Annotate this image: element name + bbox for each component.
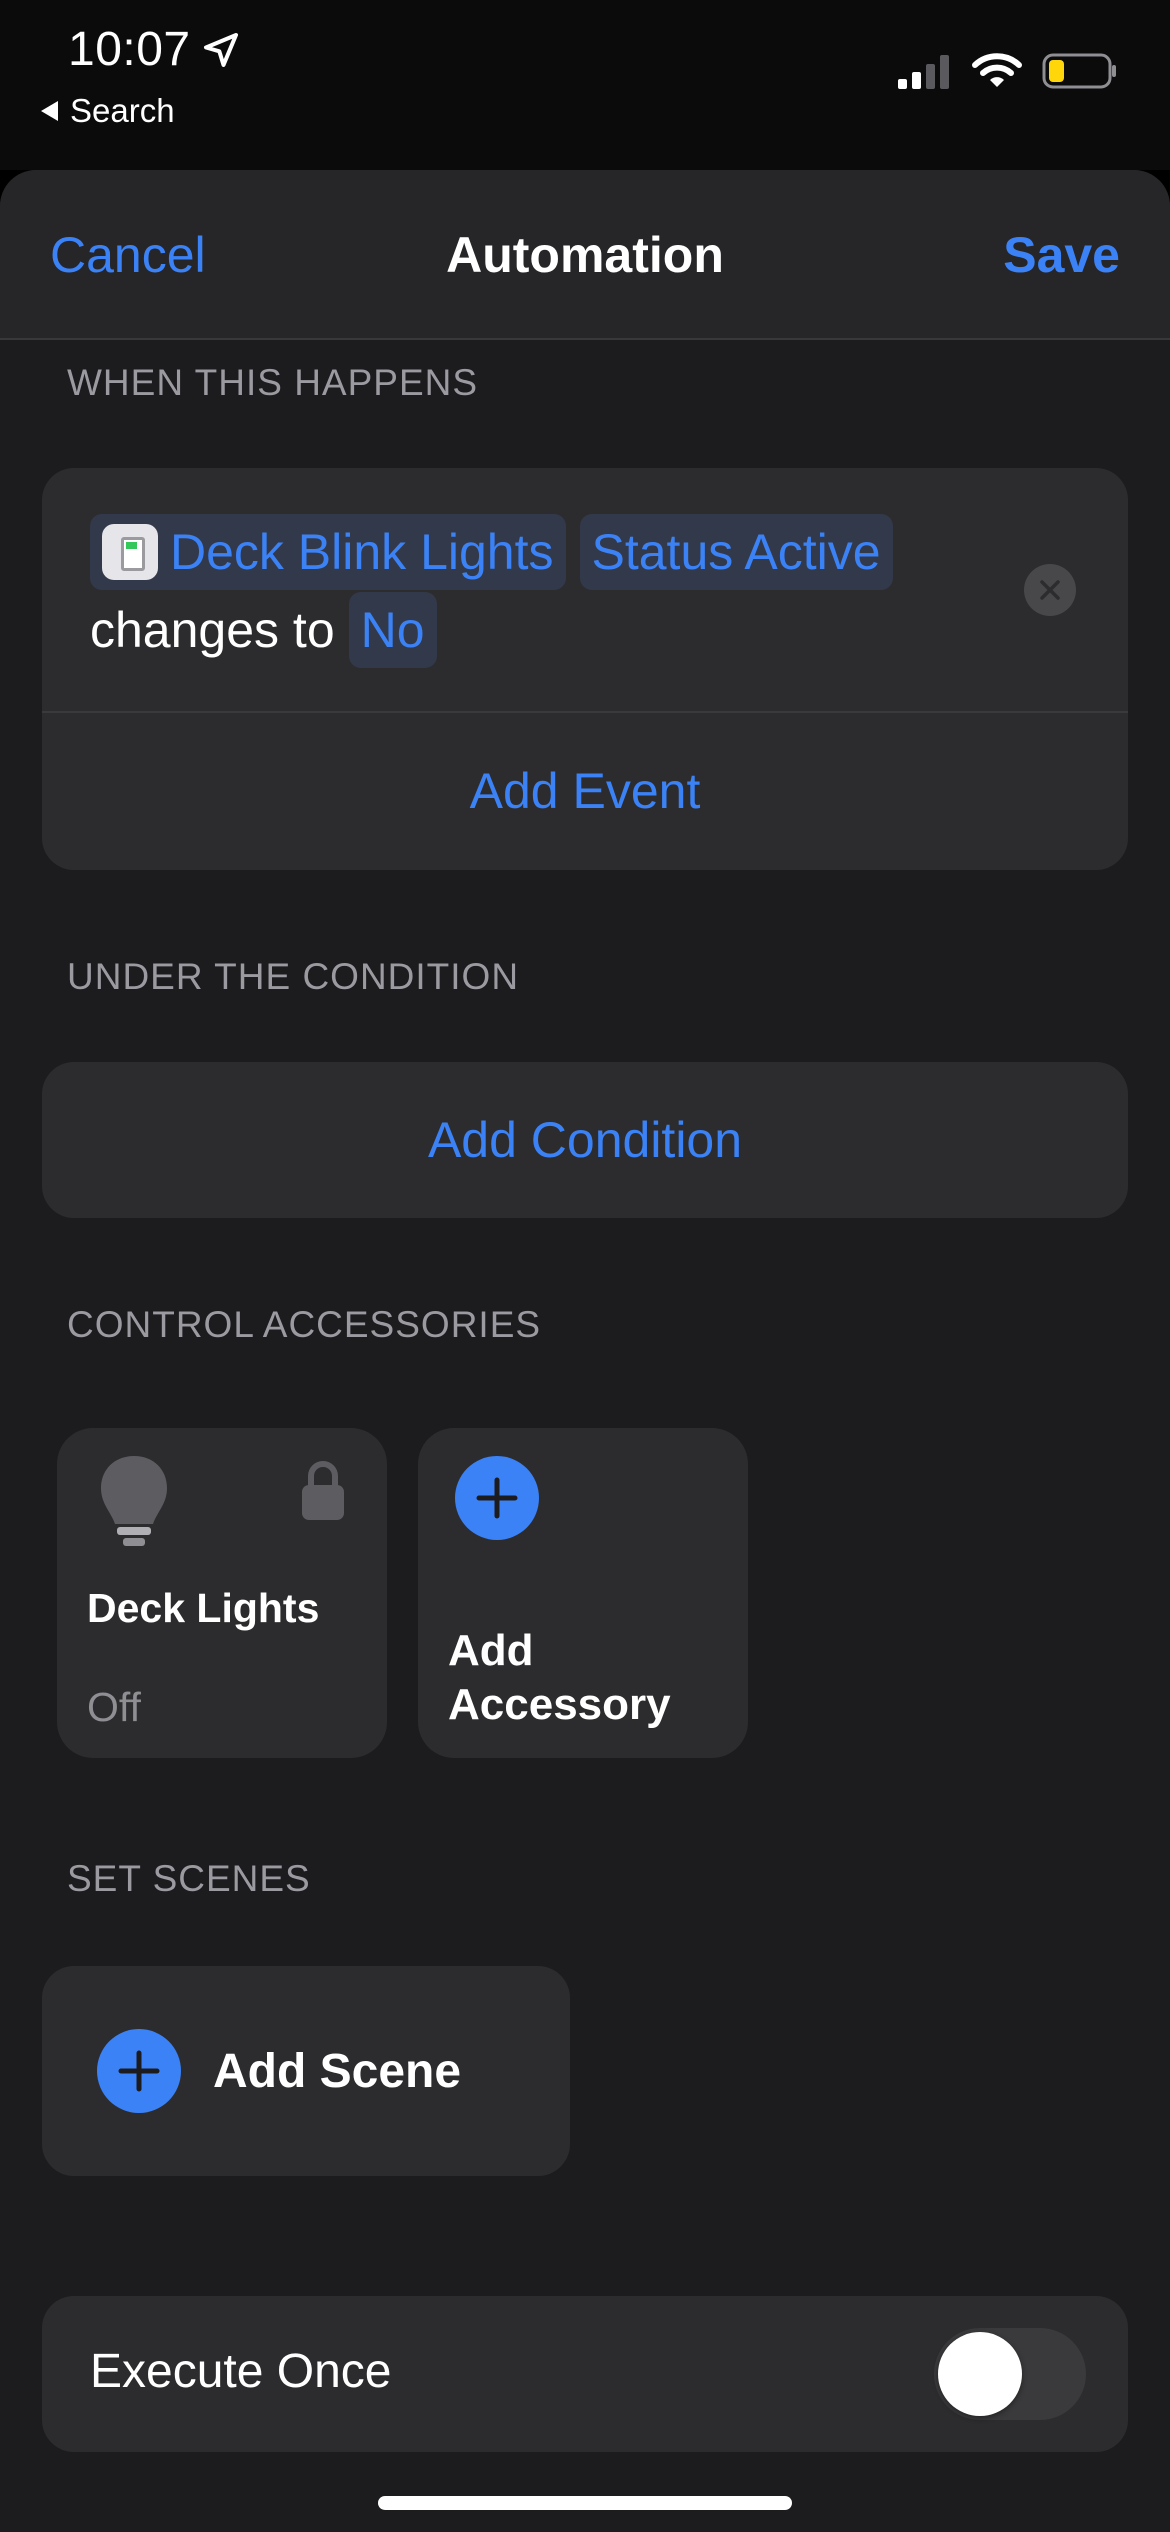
sensor-device-icon xyxy=(102,524,158,580)
automation-sheet: Cancel Automation Save WHEN THIS HAPPENS… xyxy=(0,170,1170,2532)
event-card: Deck Blink Lights Status Active changes … xyxy=(42,468,1128,870)
accessory-chip[interactable]: Deck Blink Lights xyxy=(90,514,566,590)
add-accessory-tile[interactable]: Add Accessory xyxy=(418,1428,748,1758)
execute-once-label: Execute Once xyxy=(90,2345,392,2398)
back-to-search-button[interactable]: Search xyxy=(38,92,175,130)
execute-once-row: Execute Once xyxy=(42,2296,1128,2452)
add-scene-button[interactable]: Add Scene xyxy=(42,1966,570,2176)
section-header-condition: UNDER THE CONDITION xyxy=(67,956,520,997)
execute-once-toggle[interactable] xyxy=(934,2328,1086,2420)
lightbulb-icon xyxy=(101,1456,167,1546)
status-icons xyxy=(898,52,1118,90)
section-header-accessories: CONTROL ACCESSORIES xyxy=(67,1304,542,1345)
save-button[interactable]: Save xyxy=(1003,226,1120,284)
event-summary[interactable]: Deck Blink Lights Status Active changes … xyxy=(90,514,1020,668)
value-chip[interactable]: No xyxy=(348,592,437,668)
accessory-chip-label: Deck Blink Lights xyxy=(170,524,554,580)
toggle-knob xyxy=(938,2332,1022,2416)
battery-icon xyxy=(1042,53,1116,89)
close-icon xyxy=(1040,580,1060,600)
event-connector-text: changes to xyxy=(90,602,335,658)
back-triangle-icon xyxy=(41,101,58,121)
add-condition-button[interactable]: Add Condition xyxy=(42,1062,1128,1218)
status-time: 10:07 xyxy=(68,22,241,77)
accessory-state: Off xyxy=(87,1684,141,1730)
add-accessory-label: Add Accessory xyxy=(448,1626,671,1729)
status-bar: 10:07 Search xyxy=(0,0,1170,170)
divider xyxy=(42,711,1128,713)
navigation-bar: Cancel Automation Save xyxy=(0,170,1170,340)
section-header-trigger: WHEN THIS HAPPENS xyxy=(67,362,479,403)
lock-icon xyxy=(302,1461,344,1520)
cellular-signal-icon xyxy=(898,55,949,89)
accessory-name: Deck Lights xyxy=(87,1585,320,1631)
time-text: 10:07 xyxy=(68,23,191,76)
add-scene-label: Add Scene xyxy=(213,2045,462,2098)
characteristic-chip[interactable]: Status Active xyxy=(579,514,893,590)
section-header-scenes: SET SCENES xyxy=(67,1858,311,1899)
page-title: Automation xyxy=(446,227,724,283)
plus-icon xyxy=(455,1456,539,1540)
remove-event-button[interactable] xyxy=(1024,564,1076,616)
back-search-label: Search xyxy=(70,92,175,129)
wifi-icon xyxy=(972,53,1022,87)
home-indicator[interactable] xyxy=(378,2496,792,2510)
add-event-button[interactable]: Add Event xyxy=(42,762,1128,820)
location-arrow-icon xyxy=(203,32,238,67)
accessory-tile-deck-lights[interactable]: Deck Lights Off xyxy=(57,1428,387,1758)
plus-icon xyxy=(97,2029,181,2113)
